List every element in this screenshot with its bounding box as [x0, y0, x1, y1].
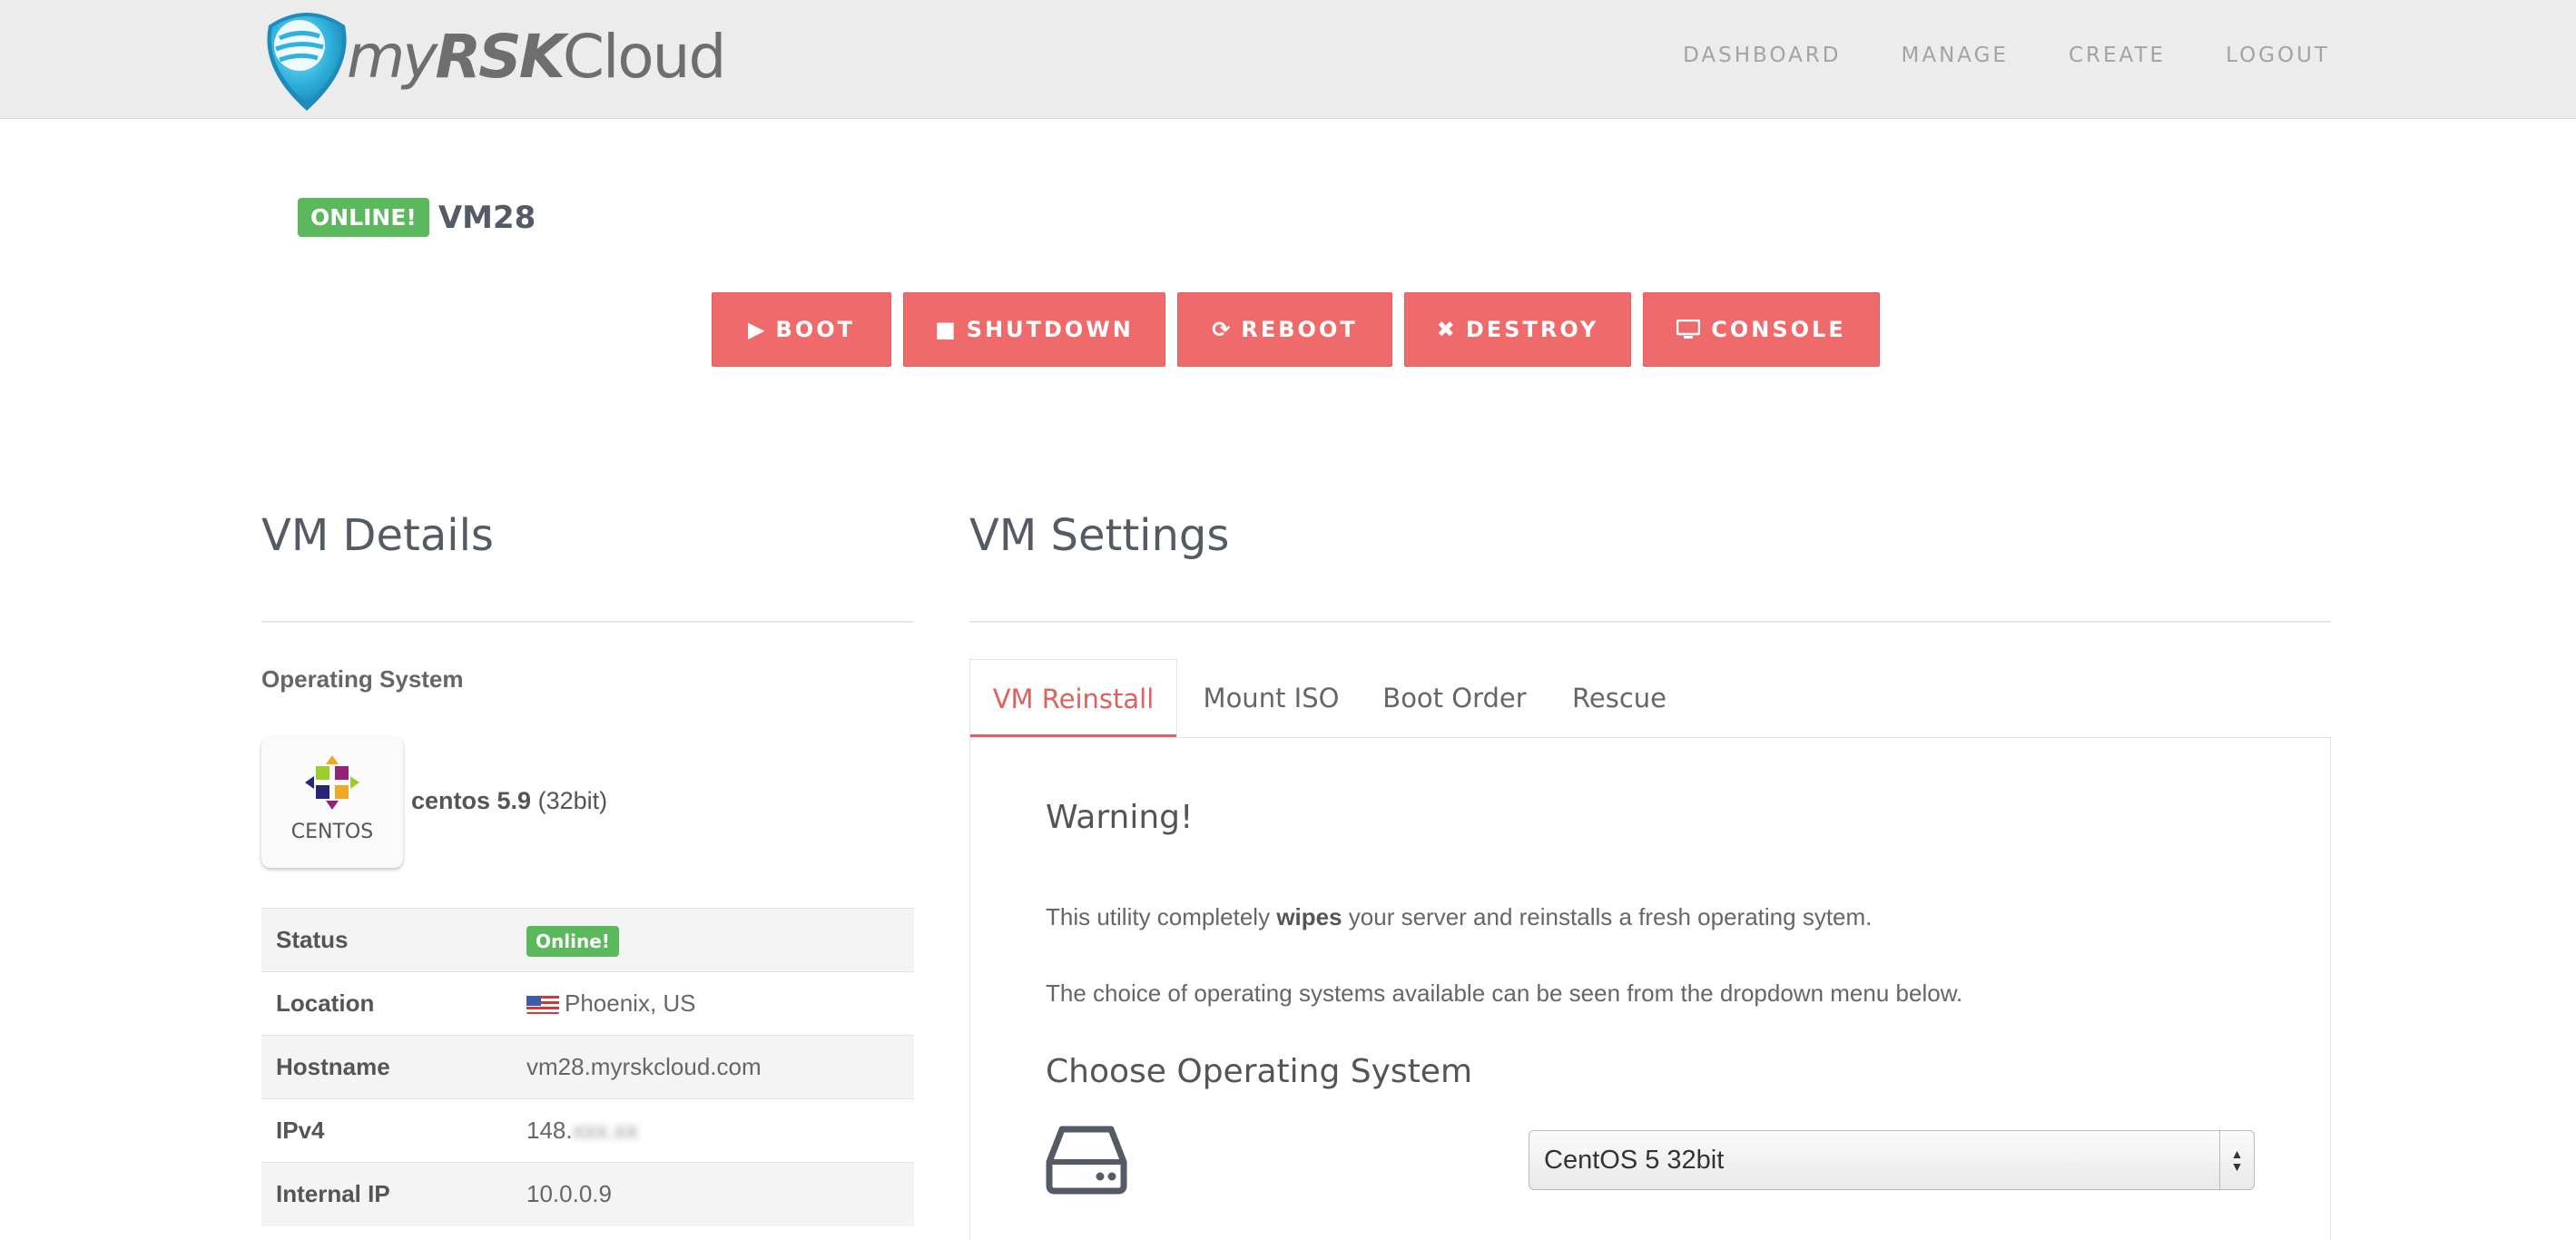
- us-flag-icon: [526, 994, 559, 1014]
- ipv4-value: 148.xxx.xx: [512, 1098, 914, 1163]
- nav-logout[interactable]: LOGOUT: [2226, 44, 2330, 67]
- nav-manage[interactable]: MANAGE: [1902, 44, 2009, 67]
- monitor-icon: [1676, 320, 1701, 339]
- status-badge: ONLINE!: [298, 198, 429, 237]
- vm-details-heading: VM Details: [261, 510, 494, 561]
- os-name: centos 5.9 (32bit): [411, 787, 607, 815]
- settings-divider: [969, 621, 2331, 623]
- centos-icon: [305, 755, 359, 810]
- shutdown-button[interactable]: ■ SHUTDOWN: [903, 292, 1165, 367]
- para1-start: This utility completely: [1046, 903, 1277, 930]
- status-badge-small: Online!: [526, 926, 619, 957]
- row-key: IPv4: [261, 1098, 512, 1163]
- table-row: Status Online!: [261, 908, 914, 972]
- table-row: Location Phoenix, US: [261, 971, 914, 1036]
- settings-tabs: VM Reinstall Mount ISO Boot Order Rescue: [969, 659, 1695, 739]
- destroy-button[interactable]: ✖ DESTROY: [1404, 292, 1631, 367]
- nav-create[interactable]: CREATE: [2069, 44, 2166, 67]
- vm-settings-heading: VM Settings: [969, 510, 1230, 561]
- ipv4-visible: 148.: [526, 1117, 573, 1144]
- hard-drive-icon: [1046, 1126, 1127, 1195]
- warning-heading: Warning!: [1046, 799, 1194, 836]
- vm-name: VM28: [438, 199, 536, 236]
- row-value: Phoenix, US: [512, 971, 914, 1036]
- hostname-value: vm28.myrskcloud.com: [512, 1035, 914, 1099]
- os-select-value: CentOS 5 32bit: [1544, 1145, 1725, 1175]
- para1-end: your server and reinstalls a fresh opera…: [1342, 903, 1873, 930]
- refresh-icon: ⟳: [1212, 317, 1231, 342]
- location-value: Phoenix, US: [565, 989, 696, 1017]
- os-name-value: centos 5.9: [411, 787, 532, 814]
- tab-rescue[interactable]: Rescue: [1544, 659, 1695, 737]
- vm-action-bar: ▶ BOOT ■ SHUTDOWN ⟳ REBOOT ✖ DESTROY CONSOLE: [712, 292, 1880, 367]
- para1-bold: wipes: [1276, 903, 1342, 930]
- centos-logo-text: CENTOS: [290, 821, 374, 843]
- console-label: CONSOLE: [1711, 317, 1846, 342]
- logo-wordmark: myRSKCloud: [347, 22, 726, 92]
- shutdown-label: SHUTDOWN: [966, 317, 1134, 342]
- stop-icon: ■: [935, 317, 956, 342]
- row-key: Hostname: [261, 1035, 512, 1099]
- destroy-label: DESTROY: [1465, 317, 1599, 342]
- row-value: Online!: [512, 908, 914, 972]
- os-arch: (32bit): [537, 787, 608, 814]
- boot-button[interactable]: ▶ BOOT: [712, 292, 891, 367]
- warning-text-1: This utility completely wipes your serve…: [1046, 903, 1872, 931]
- choose-os-heading: Choose Operating System: [1046, 1053, 1473, 1090]
- tab-boot-order[interactable]: Boot Order: [1365, 659, 1544, 737]
- ipv4-redacted: xxx.xx: [572, 1117, 638, 1144]
- close-icon: ✖: [1436, 317, 1455, 342]
- row-key: Internal IP: [261, 1162, 512, 1226]
- table-row: IPv4 148.xxx.xx: [261, 1098, 914, 1163]
- reboot-button[interactable]: ⟳ REBOOT: [1177, 292, 1392, 367]
- os-label: Operating System: [261, 665, 464, 693]
- boot-label: BOOT: [775, 317, 855, 342]
- internal-ip-value: 10.0.0.9: [512, 1162, 914, 1226]
- os-select[interactable]: CentOS 5 32bit ▲ ▼: [1529, 1130, 2255, 1190]
- row-key: Status: [261, 908, 512, 972]
- tab-mount-iso[interactable]: Mount ISO: [1177, 659, 1365, 737]
- table-row: Internal IP 10.0.0.9: [261, 1162, 914, 1226]
- table-row: Hostname vm28.myrskcloud.com: [261, 1035, 914, 1099]
- main-nav: DASHBOARD MANAGE CREATE LOGOUT: [1683, 44, 2330, 67]
- myrskcloud-logo[interactable]: myRSKCloud: [256, 2, 726, 116]
- vm-details-table: Status Online! Location Phoenix, US Host…: [261, 908, 914, 1226]
- warning-text-2: The choice of operating systems availabl…: [1046, 979, 1963, 1007]
- console-button[interactable]: CONSOLE: [1643, 292, 1880, 367]
- play-icon: ▶: [748, 317, 765, 342]
- row-key: Location: [261, 971, 512, 1036]
- select-arrows-icon: ▲ ▼: [2219, 1131, 2254, 1189]
- top-navbar: myRSKCloud DASHBOARD MANAGE CREATE LOGOU…: [0, 0, 2576, 119]
- tab-vm-reinstall[interactable]: VM Reinstall: [969, 659, 1177, 739]
- centos-logo: CENTOS: [261, 737, 403, 868]
- reboot-label: REBOOT: [1241, 317, 1358, 342]
- nav-dashboard[interactable]: DASHBOARD: [1683, 44, 1841, 67]
- details-divider: [261, 621, 914, 623]
- vm-title: ONLINE! VM28: [298, 198, 536, 237]
- globe-logo-icon: [267, 13, 347, 111]
